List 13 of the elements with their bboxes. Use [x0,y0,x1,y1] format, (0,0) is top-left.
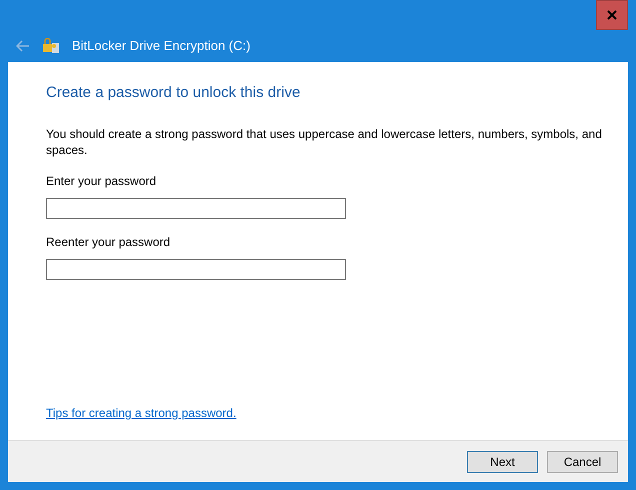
dialog-button[interactable]: Next [467,450,538,472]
description-text: You should create a strong password that uses uppercase and lowercase letters, numbers, symbols, and spaces. [46,126,603,158]
close-button[interactable] [596,0,628,30]
lock-key-icon [42,38,60,54]
field-label: Enter your password [46,172,156,190]
close-icon [607,10,617,20]
page-heading: Create a password to unlock this drive [46,83,300,103]
field-label: Reenter your password [46,234,170,250]
password-field[interactable] [46,258,346,280]
password-field[interactable] [46,198,346,218]
dialog-button[interactable]: Cancel [547,450,618,472]
window-title: BitLocker Drive Encryption (C:) [72,37,250,56]
tips-link[interactable]: Tips for creating a strong password. [46,404,236,422]
